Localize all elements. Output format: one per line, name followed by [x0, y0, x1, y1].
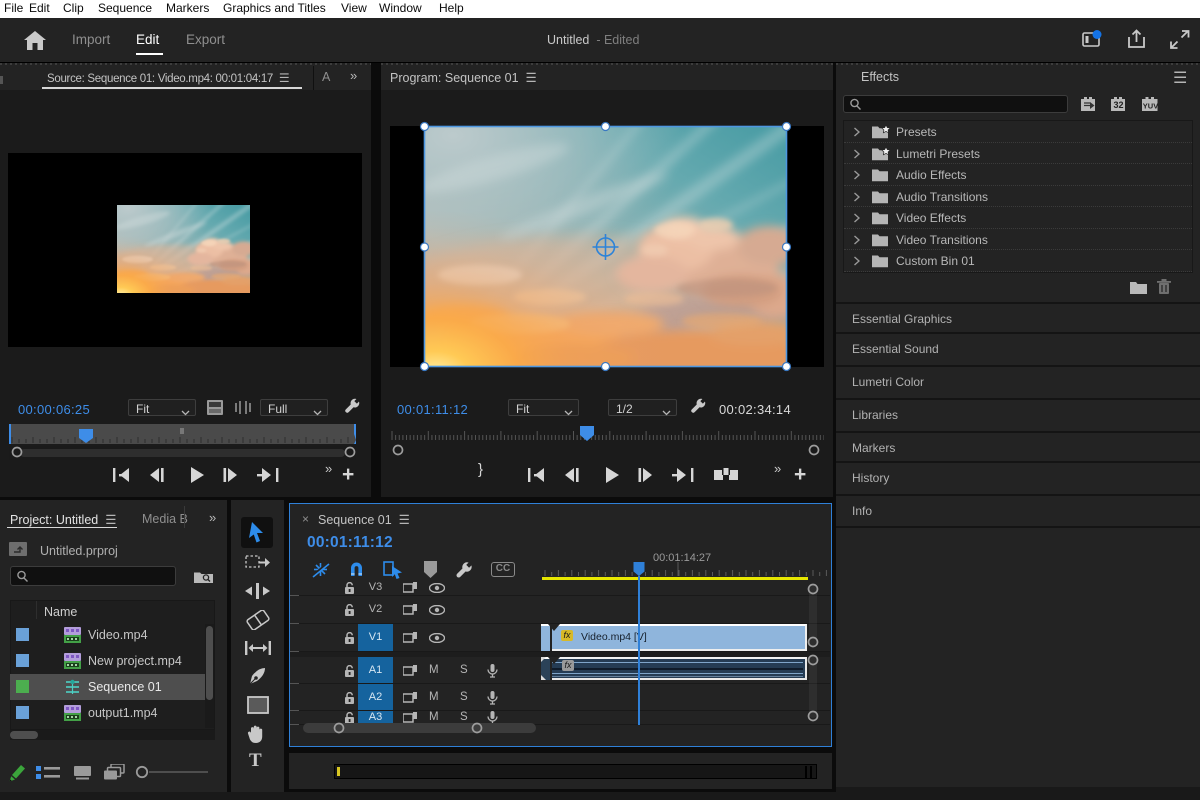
svg-text:YUV: YUV	[1143, 102, 1158, 111]
svg-text:32: 32	[1113, 100, 1123, 110]
